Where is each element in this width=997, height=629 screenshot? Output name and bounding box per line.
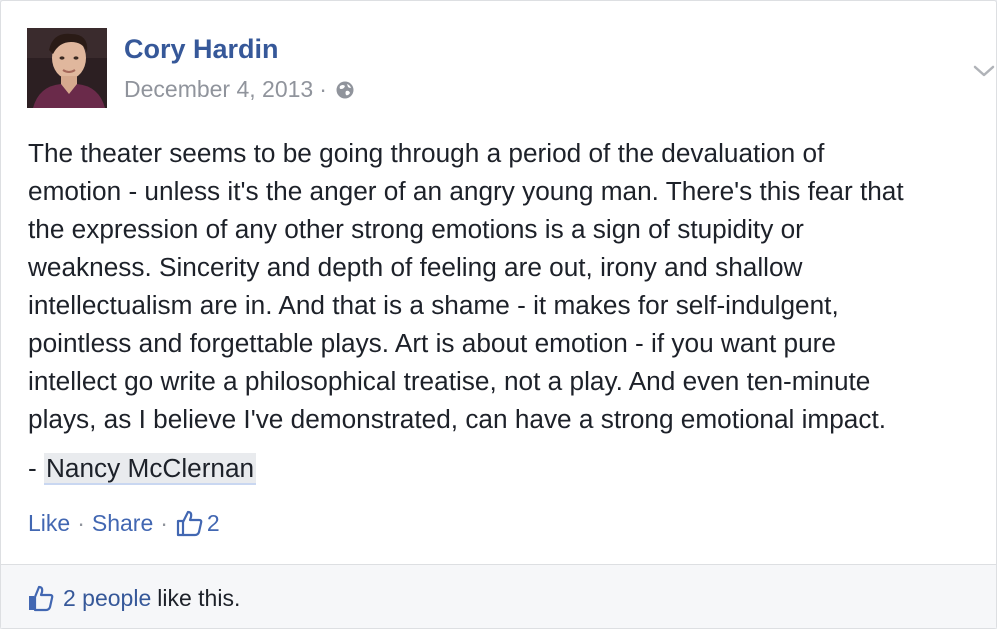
post-body-line: intellectualism are in. And that is a sh… (28, 290, 839, 320)
like-count: 2 (206, 509, 220, 536)
signature-prefix: - (28, 453, 44, 483)
action-separator: · (160, 509, 168, 536)
mention-link[interactable]: Nancy McClernan (44, 453, 257, 485)
likes-summary-bar: 2 people like this. (1, 564, 996, 628)
post-body-line: intellect go write a philosophical treat… (28, 366, 871, 396)
avatar-image (27, 28, 107, 108)
like-button[interactable]: Like (28, 510, 70, 537)
thumbs-up-icon (29, 585, 54, 612)
post-date[interactable]: December 4, 2013 (124, 76, 313, 103)
post-body-line: pointless and forgettable plays. Art is … (28, 328, 836, 358)
share-button[interactable]: Share (92, 510, 153, 537)
post-body-line: The theater seems to be going through a … (28, 138, 825, 168)
author-name[interactable]: Cory Hardin (124, 34, 279, 65)
likes-people-link[interactable]: 2 people (63, 585, 151, 612)
post-card: Cory Hardin December 4, 2013 · The theat… (0, 0, 997, 629)
post-body-line: weakness. Sincerity and depth of feeling… (28, 252, 803, 282)
like-count-link[interactable]: 2 (175, 508, 220, 538)
avatar[interactable] (27, 28, 107, 108)
likes-summary: 2 people like this. (27, 584, 240, 612)
chevron-down-icon[interactable] (973, 64, 995, 78)
thumbs-up-icon (176, 510, 203, 537)
post-body: The theater seems to be going through a … (28, 134, 973, 438)
meta-separator: · (319, 76, 327, 102)
post-body-line: the expression of any other strong emoti… (28, 214, 804, 244)
action-separator: · (77, 509, 85, 536)
post-body-line: emotion - unless it's the anger of an an… (28, 176, 904, 206)
post-meta: December 4, 2013 · (124, 76, 355, 103)
post-signature: - Nancy McClernan (28, 449, 257, 487)
post-actions: Like · Share · 2 (28, 506, 220, 540)
globe-icon[interactable] (335, 80, 355, 100)
likes-suffix: like this. (157, 584, 241, 611)
post-header: Cory Hardin December 4, 2013 · (27, 28, 995, 110)
post-body-line: plays, as I believe I've demonstrated, c… (28, 404, 887, 434)
